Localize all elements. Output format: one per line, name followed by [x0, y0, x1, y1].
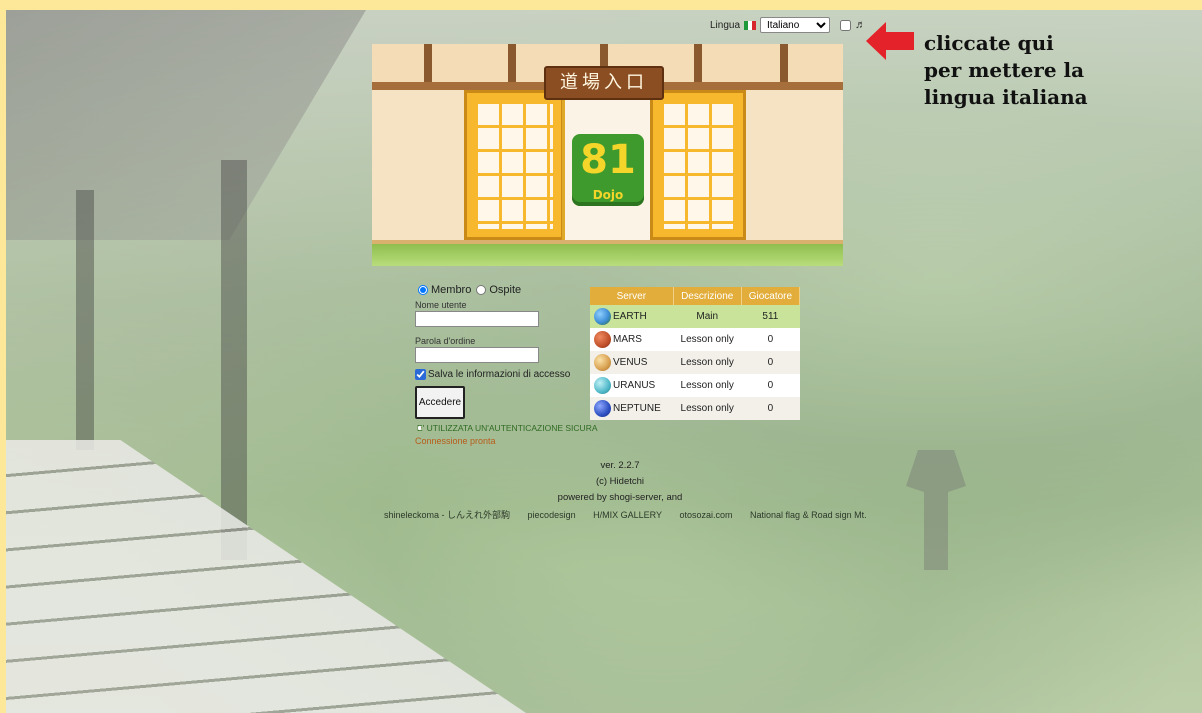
server-players: 511	[741, 305, 800, 328]
server-name: URANUS	[613, 380, 656, 391]
copyright-text: (c) Hidetchi	[595, 476, 645, 487]
column-header-description: Descrizione	[673, 287, 742, 305]
server-description: Lesson only	[673, 351, 742, 374]
server-players: 0	[741, 397, 800, 420]
shoji-grid	[475, 101, 553, 229]
secure-auth-notice: E' UTILIZZATA UN'AUTENTICAZIONE SICURA	[415, 423, 598, 433]
banner-floor	[372, 240, 843, 266]
connection-status: Connessione pronta	[415, 436, 496, 446]
save-info-checkbox[interactable]	[415, 369, 426, 380]
username-input[interactable]	[415, 311, 539, 327]
shoji-door-left	[464, 90, 564, 240]
server-players: 0	[741, 374, 800, 397]
language-select[interactable]: Italiano	[760, 17, 831, 33]
password-input[interactable]	[415, 347, 539, 363]
shoji-grid	[661, 101, 735, 229]
server-row-earth[interactable]: EARTH Main 511	[590, 305, 800, 328]
guest-radio[interactable]	[476, 285, 487, 295]
secure-auth-text: E' UTILIZZATA UN'AUTENTICAZIONE SICURA	[417, 423, 598, 433]
server-name: EARTH	[613, 311, 647, 322]
italy-flag-icon	[744, 20, 757, 30]
server-name-cell: VENUS	[590, 351, 674, 374]
annotation-line: per mettere la	[924, 58, 1085, 82]
server-table-header: Server Descrizione Giocatore	[590, 287, 801, 305]
dojo-sign: 道場入口	[544, 66, 664, 100]
username-label: Nome utente	[415, 300, 467, 310]
column-header-server: Server	[590, 287, 674, 305]
password-label: Parola d'ordine	[415, 336, 476, 346]
dojo-logo: 81 Dojo	[572, 134, 644, 206]
venus-planet-icon	[594, 354, 611, 371]
veranda-roof	[6, 10, 366, 240]
shoji-door-right	[650, 90, 746, 240]
veranda-deck	[6, 440, 526, 713]
version-info: ver. 2.2.7 (c) Hidetchi powered by shogi…	[520, 458, 720, 506]
mars-planet-icon	[594, 331, 611, 348]
banner-post	[424, 44, 432, 84]
server-players: 0	[741, 351, 800, 374]
annotation-line: cliccate qui	[924, 31, 1054, 55]
server-row-neptune[interactable]: NEPTUNE Lesson only 0	[590, 397, 800, 420]
server-description: Lesson only	[673, 328, 742, 351]
server-name-cell: URANUS	[590, 374, 674, 397]
sound-checkbox[interactable]	[840, 19, 852, 31]
neptune-planet-icon	[594, 400, 611, 417]
login-button[interactable]: Accedere	[415, 386, 465, 419]
powered-by-text: powered by shogi-server, and	[557, 492, 683, 503]
stone-lantern	[906, 450, 966, 570]
version-text: ver. 2.2.7	[600, 460, 640, 471]
credit-link[interactable]: piecodesign	[528, 510, 576, 520]
server-description: Lesson only	[673, 397, 742, 420]
banner-post	[780, 44, 788, 84]
server-table: Server Descrizione Giocatore EARTH Main …	[590, 287, 801, 420]
save-info-label: Salva le informazioni di accesso	[428, 369, 571, 380]
guest-radio-label: Ospite	[489, 284, 522, 296]
column-header-players: Giocatore	[741, 287, 801, 305]
server-name-cell: NEPTUNE	[590, 397, 674, 420]
credit-link[interactable]: otosozai.com	[679, 510, 732, 520]
login-type-radios: Membro Ospite	[415, 284, 595, 296]
uranus-planet-icon	[594, 377, 611, 394]
server-row-uranus[interactable]: URANUS Lesson only 0	[590, 374, 800, 397]
logo-sub: Dojo	[592, 188, 624, 202]
server-name: NEPTUNE	[613, 403, 661, 414]
banner-post	[508, 44, 516, 84]
credit-link[interactable]: shineleckoma - しんえれ外部駒	[384, 510, 510, 520]
annotation-text: cliccate qui per mettere la lingua itali…	[924, 30, 1194, 111]
server-row-venus[interactable]: VENUS Lesson only 0	[590, 351, 800, 374]
credit-link[interactable]: National flag & Road sign Mt.	[750, 510, 867, 520]
logo-number: 81	[580, 137, 636, 183]
server-players: 0	[741, 328, 800, 351]
credits-links: shineleckoma - しんえれ外部駒 piecodesign H/MIX…	[384, 508, 882, 521]
music-note-icon: ♬	[855, 19, 867, 31]
annotation-line: lingua italiana	[924, 85, 1088, 109]
language-label: Lingua	[710, 19, 741, 31]
banner-post	[694, 44, 702, 84]
earth-planet-icon	[594, 308, 611, 325]
server-description: Main	[673, 305, 742, 328]
dojo-entrance-banner: 81 Dojo 道場入口	[372, 44, 843, 266]
login-form: Membro Ospite Nome utente Parola d'ordin…	[415, 284, 598, 446]
language-bar: Lingua Italiano ♬	[710, 16, 866, 34]
veranda-pillar	[76, 190, 94, 450]
server-name: MARS	[613, 334, 642, 345]
red-arrow-icon	[866, 22, 914, 60]
veranda-pillar	[221, 160, 247, 560]
server-name: VENUS	[613, 357, 648, 368]
server-name-cell: EARTH	[590, 305, 674, 328]
credit-link[interactable]: H/MIX GALLERY	[593, 510, 662, 520]
member-radio[interactable]	[418, 285, 428, 295]
save-info-row: Salva le informazioni di accesso	[415, 369, 595, 380]
server-description: Lesson only	[673, 374, 742, 397]
server-name-cell: MARS	[590, 328, 674, 351]
server-row-mars[interactable]: MARS Lesson only 0	[590, 328, 800, 351]
member-radio-label: Membro	[431, 284, 472, 296]
